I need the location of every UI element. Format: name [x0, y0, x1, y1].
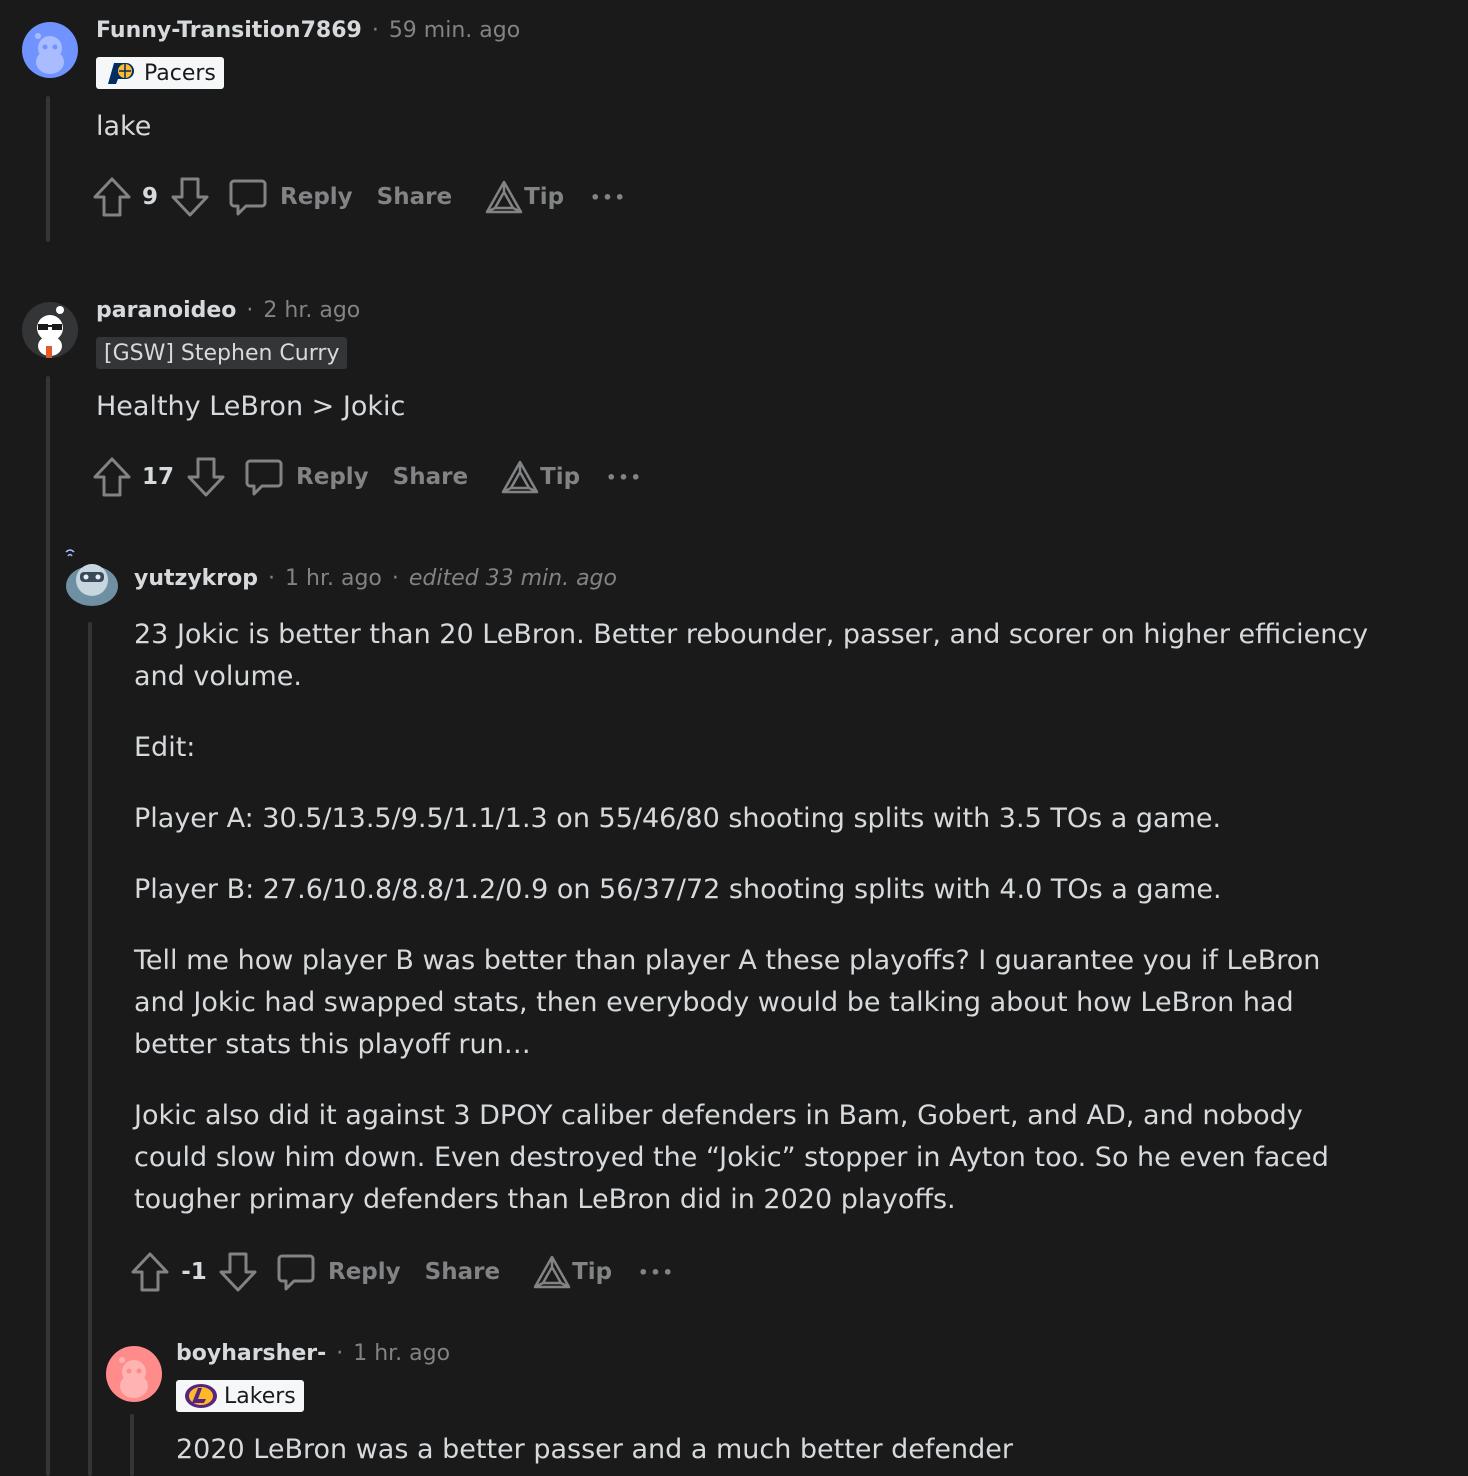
flair-text: [GSW] Stephen Curry	[104, 340, 340, 366]
comment-paragraph: Edit:	[134, 732, 196, 763]
downvote-icon[interactable]	[218, 1251, 258, 1293]
comment-body: lake	[96, 106, 1356, 148]
thread-line-comment-4[interactable]	[130, 1414, 134, 1476]
action-bar: -1 Reply Share Tip •••	[130, 1250, 675, 1294]
vote-count: 17	[142, 464, 175, 490]
downvote-icon[interactable]	[170, 176, 210, 218]
share-button[interactable]: Share	[393, 464, 468, 490]
upvote-icon[interactable]	[92, 456, 132, 498]
tip-icon[interactable]	[532, 1254, 572, 1290]
separator: ·	[371, 18, 379, 43]
vote-count: -1	[181, 1259, 207, 1285]
downvote-icon[interactable]	[186, 456, 226, 498]
separator: ·	[246, 298, 254, 323]
comment-paragraph: Player A: 30.5/13.5/9.5/1.1/1.3 on 55/46…	[134, 803, 1222, 834]
flair-text: Pacers	[144, 60, 216, 86]
thread-line-comment-1[interactable]	[46, 96, 50, 242]
comment-paragraph: 23 Jokic is better than 20 LeBron. Bette…	[134, 619, 1369, 692]
reply-button[interactable]: Reply	[296, 464, 369, 490]
username[interactable]: yutzykrop	[134, 566, 258, 591]
tip-icon[interactable]	[500, 459, 540, 495]
comment-icon[interactable]	[276, 1252, 316, 1292]
action-bar: 9 Reply Share Tip •••	[92, 175, 627, 219]
avatar[interactable]	[62, 548, 122, 608]
username[interactable]: boyharsher-	[176, 1341, 326, 1366]
action-bar: 17 Reply Share Tip •••	[92, 455, 643, 499]
comment-paragraph: lake	[96, 111, 152, 142]
tip-button[interactable]: Tip	[540, 464, 580, 490]
tip-icon[interactable]	[484, 179, 524, 215]
share-button[interactable]: Share	[425, 1259, 500, 1285]
comment-paragraph: Player B: 27.6/10.8/8.8/1.2/0.9 on 56/37…	[134, 874, 1222, 905]
snoo-avatar-icon	[65, 549, 118, 606]
comment-icon[interactable]	[244, 457, 284, 497]
more-options-button[interactable]: •••	[606, 468, 643, 487]
thread-line-comment-3[interactable]	[88, 622, 92, 1476]
more-options-button[interactable]: •••	[638, 1263, 675, 1282]
pacers-logo-icon	[108, 63, 134, 84]
more-options-button[interactable]: •••	[590, 188, 627, 207]
timestamp[interactable]: 2 hr. ago	[263, 298, 360, 323]
snoo-avatar-icon	[35, 33, 64, 74]
lakers-logo-icon	[185, 1384, 217, 1408]
avatar[interactable]	[22, 22, 78, 78]
user-flair: [GSW] Stephen Curry	[96, 337, 348, 369]
tip-button[interactable]: Tip	[572, 1259, 612, 1285]
username[interactable]: Funny-Transition7869	[96, 18, 362, 43]
edited-label: edited 33 min. ago	[408, 566, 617, 591]
comment-icon[interactable]	[228, 177, 268, 217]
reply-button[interactable]: Reply	[280, 184, 353, 210]
avatar[interactable]	[22, 302, 78, 358]
share-button[interactable]: Share	[377, 184, 452, 210]
separator: ·	[336, 1341, 344, 1366]
separator: ·	[268, 566, 276, 591]
snoo-avatar-icon	[37, 306, 64, 358]
comment-paragraph: Jokic also did it against 3 DPOY caliber…	[134, 1100, 1329, 1215]
comment-body: 23 Jokic is better than 20 LeBron. Bette…	[134, 614, 1374, 1221]
flair-text: Lakers	[224, 1383, 296, 1409]
username[interactable]: paranoideo	[96, 298, 236, 323]
comment-paragraph: Healthy LeBron > Jokic	[96, 391, 406, 422]
comment-body: Healthy LeBron > Jokic	[96, 386, 1356, 428]
timestamp[interactable]: 59 min. ago	[389, 18, 520, 43]
timestamp[interactable]: 1 hr. ago	[285, 566, 382, 591]
user-flair: Lakers	[176, 1380, 304, 1412]
upvote-icon[interactable]	[92, 176, 132, 218]
vote-count: 9	[142, 184, 159, 210]
comment-body: 2020 LeBron was a better passer and a mu…	[176, 1429, 1376, 1471]
upvote-icon[interactable]	[130, 1251, 170, 1293]
user-flair: Pacers	[96, 57, 224, 89]
avatar[interactable]	[106, 1346, 162, 1402]
tip-button[interactable]: Tip	[524, 184, 564, 210]
comment-paragraph: 2020 LeBron was a better passer and a mu…	[176, 1434, 1013, 1465]
timestamp[interactable]: 1 hr. ago	[353, 1341, 450, 1366]
snoo-avatar-icon	[119, 1357, 148, 1398]
comment-paragraph: Tell me how player B was better than pla…	[134, 945, 1321, 1060]
separator: ·	[391, 566, 399, 591]
thread-line-comment-2[interactable]	[46, 376, 50, 1476]
reply-button[interactable]: Reply	[328, 1259, 401, 1285]
